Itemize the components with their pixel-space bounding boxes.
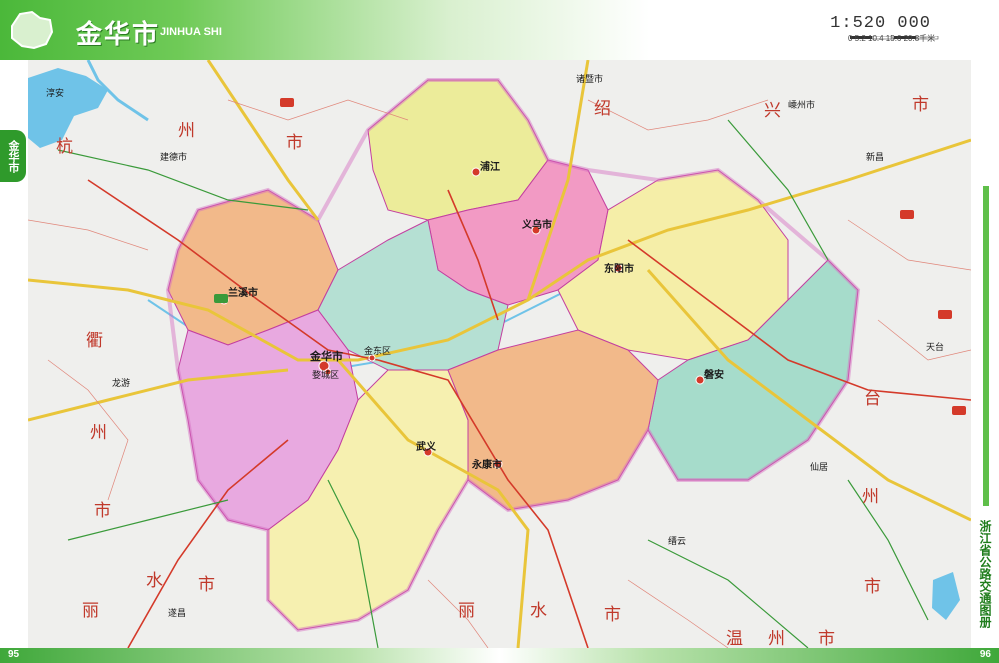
neighbor-label: 市 <box>94 501 111 521</box>
neighbor-label: 州 <box>768 629 785 648</box>
city-label: 新昌 <box>866 151 884 163</box>
route-shield-icon <box>952 406 966 415</box>
city-label: 婺城区 <box>312 370 339 381</box>
route-shield-icon <box>214 294 228 303</box>
scale-labels: 0 5.2 10.4 15.6 20.8千米 <box>848 34 936 43</box>
city-label: 浦江 <box>480 160 500 173</box>
city-marker <box>695 375 705 385</box>
neighbor-label: 市 <box>818 629 835 648</box>
map-scale: 1:520 000 <box>830 14 931 33</box>
page-number-left: 95 <box>8 649 20 660</box>
neighbor-label: 水 <box>146 571 163 591</box>
route-shield-icon <box>938 310 952 319</box>
neighbor-label: 州 <box>178 121 195 141</box>
city-label: 武义 <box>416 440 437 453</box>
neighbor-label: 丽 <box>82 601 99 621</box>
city-label: 建德市 <box>160 151 187 163</box>
neighbor-label: 台 <box>864 389 881 409</box>
city-label: 金东区 <box>364 345 391 357</box>
neighbor-label: 市 <box>604 605 621 625</box>
page-footer <box>0 648 999 663</box>
neighbor-label: 水 <box>530 601 547 621</box>
city-label: 龙游 <box>112 377 130 389</box>
map-title: 金华市 <box>76 20 161 50</box>
page-number-right: 96 <box>979 649 991 660</box>
left-chapter-tab: 金华市 <box>0 130 26 182</box>
neighbor-label: 市 <box>198 575 215 595</box>
neighbor-label: 温 <box>726 629 743 648</box>
city-label: 天台 <box>926 341 944 353</box>
neighbor-label: 衢 <box>86 330 103 351</box>
region-outline-icon <box>11 10 54 50</box>
city-label: 义乌市 <box>522 218 552 231</box>
neighbor-label: 丽 <box>458 601 475 621</box>
neighbor-label: 市 <box>912 95 929 115</box>
route-shield-icon <box>280 98 294 107</box>
city-label: 仙居 <box>810 461 828 473</box>
map-title-en: JINHUA SHI <box>160 26 222 38</box>
neighbor-label: 州 <box>862 487 879 507</box>
neighbor-label: 杭 <box>56 137 73 157</box>
city-label: 缙云 <box>668 535 686 547</box>
neighbor-label: 市 <box>864 577 881 597</box>
neighbor-label: 兴 <box>764 101 781 121</box>
city-marker <box>471 167 481 177</box>
city-label: 永康市 <box>471 458 502 471</box>
route-shield-icon <box>900 210 914 219</box>
city-label: 金华市 <box>309 349 343 363</box>
right-margin-bar <box>983 186 989 506</box>
city-label: 诸暨市 <box>576 73 603 85</box>
city-label: 东阳市 <box>604 262 634 275</box>
neighbor-label: 绍 <box>594 99 611 119</box>
neighbor-label: 市 <box>286 133 303 153</box>
neighbor-label: 州 <box>90 423 107 443</box>
map-header: 金华市 JINHUA SHI 1:520 000 0 5.2 10.4 15.6… <box>0 0 999 60</box>
city-label: 淳安 <box>46 87 64 99</box>
city-label: 磐安 <box>704 368 724 381</box>
city-label: 兰溪市 <box>228 286 258 299</box>
city-label: 遂昌 <box>168 607 186 619</box>
atlas-title-tab: 浙江省公路交通图册 <box>978 520 992 628</box>
map-canvas: 杭 州 市 绍 兴 市 衢 州 市 台 州 市 丽 水 市 丽 水 市 温 州 … <box>28 60 971 648</box>
city-label: 嵊州市 <box>788 99 815 111</box>
